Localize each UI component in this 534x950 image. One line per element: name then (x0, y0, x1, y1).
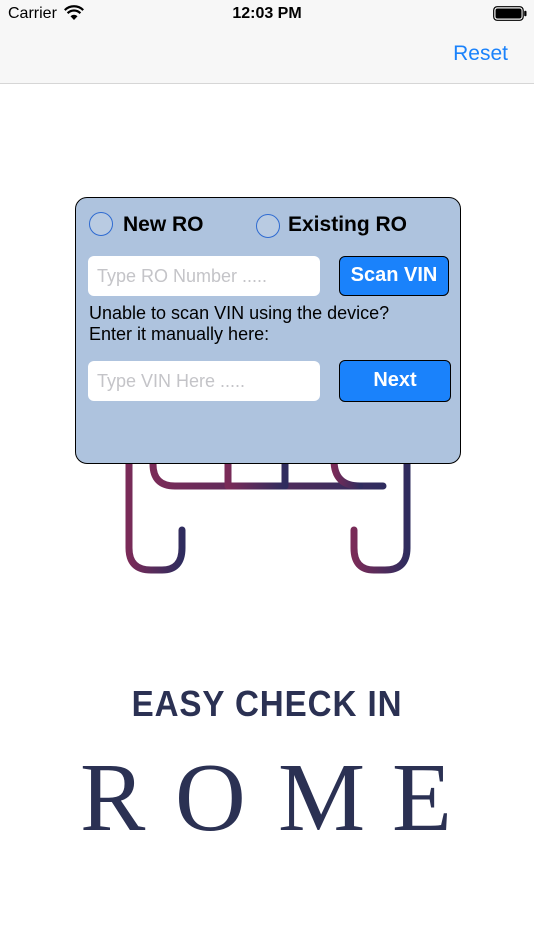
check-in-dialog: New RO Existing RO Scan VIN Unable to sc… (75, 197, 461, 464)
ro-number-input[interactable] (88, 256, 320, 296)
brand-letter: M (278, 744, 366, 852)
reset-button[interactable]: Reset (453, 42, 508, 66)
brand-letter: O (175, 744, 246, 852)
scan-vin-button[interactable]: Scan VIN (339, 256, 449, 296)
status-time: 12:03 PM (232, 5, 302, 22)
help-line-1: Unable to scan VIN using the device? (89, 303, 390, 323)
existing-ro-label[interactable]: Existing RO (288, 213, 407, 237)
next-button[interactable]: Next (339, 360, 451, 402)
manual-vin-help-text: Unable to scan VIN using the device? Ent… (89, 303, 449, 345)
brand-title: EASY CHECK IN (131, 683, 403, 724)
new-ro-label[interactable]: New RO (123, 213, 204, 237)
status-bar: Carrier 12:03 PM (0, 0, 534, 28)
help-line-2: Enter it manually here: (89, 324, 270, 344)
brand-name: R O M E (70, 748, 470, 848)
existing-ro-radio[interactable] (256, 214, 280, 238)
brand-letter: R (80, 744, 146, 852)
navigation-bar: Reset (0, 28, 534, 84)
new-ro-radio[interactable] (89, 212, 113, 236)
vin-input[interactable] (88, 361, 320, 401)
brand-letter: E (392, 744, 452, 852)
battery-icon (493, 6, 527, 21)
